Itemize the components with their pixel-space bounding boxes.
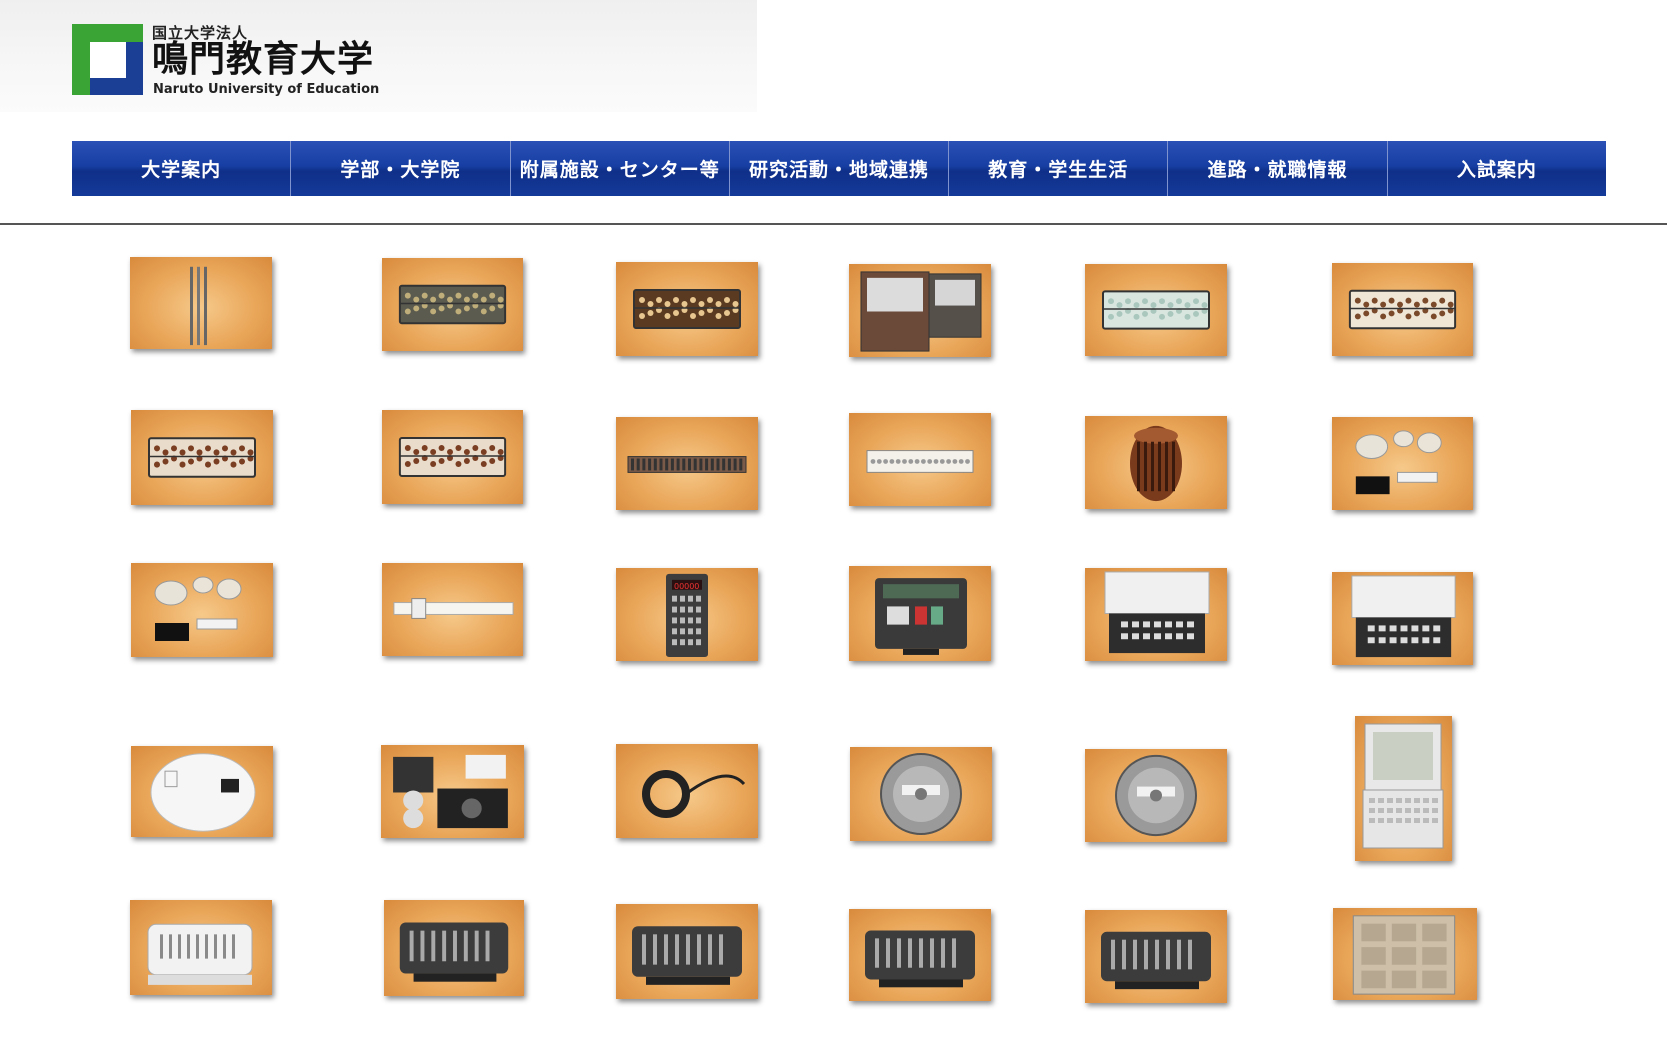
gallery-item-wooden-abacus[interactable]	[616, 262, 758, 356]
header-divider	[0, 223, 1667, 225]
gallery-item-mechanical-calculator-2[interactable]	[616, 904, 758, 999]
nav-item-about[interactable]: 大学案内	[72, 141, 292, 196]
svg-text:00000: 00000	[674, 582, 699, 591]
gallery-item-cased-abacus-pair[interactable]	[849, 264, 991, 357]
gallery-item-white-bead-abacus[interactable]	[1085, 264, 1227, 356]
gallery-item-mechanical-calculator-white[interactable]	[130, 900, 272, 995]
gallery-item-mechanical-calculator-4[interactable]	[1085, 910, 1227, 1003]
gallery-item-magnetic-tape-strip[interactable]	[616, 744, 758, 838]
gallery-item-disk-pack[interactable]	[131, 746, 273, 837]
gallery-item-tape-reel[interactable]	[850, 747, 992, 841]
gallery-item-floppy-disks[interactable]	[381, 745, 524, 838]
gallery-item-core-memory-board[interactable]	[1333, 908, 1477, 1000]
logo-name-ja: 鳴門教育大学	[152, 39, 375, 80]
gallery-item-tape-reel-2[interactable]	[1085, 749, 1227, 842]
gallery-item-calculating-rods[interactable]	[130, 257, 272, 349]
gallery-item-cylindrical-calculator[interactable]	[1085, 416, 1227, 509]
gallery-item-mechanical-calculator-3[interactable]	[849, 909, 991, 1001]
nav-item-research[interactable]: 研究活動・地域連携	[729, 141, 950, 196]
logo-mark-icon	[72, 24, 143, 95]
gallery-item-laptop-computer[interactable]	[1355, 716, 1452, 861]
gallery-item-long-abacus-2[interactable]	[382, 410, 523, 504]
gallery-item-thin-soroban[interactable]	[616, 417, 758, 510]
gallery-item-electronic-calculator[interactable]	[1085, 568, 1227, 661]
gallery-item-mechanical-calculator[interactable]	[384, 900, 524, 996]
nav-item-student-life[interactable]: 教育・学生生活	[949, 141, 1169, 196]
gallery-item-desktop-calculator[interactable]	[849, 566, 991, 661]
nav-item-faculty[interactable]: 学部・大学院	[291, 141, 511, 196]
gallery-item-dark-abacus[interactable]	[382, 258, 523, 351]
gallery-item-slide-rule[interactable]	[382, 563, 523, 656]
gallery-item-abacus-parts[interactable]	[1332, 417, 1473, 510]
gallery-item-white-soroban[interactable]	[849, 413, 991, 506]
gallery-item-white-abacus-small[interactable]	[1332, 263, 1473, 356]
global-nav: 大学案内 学部・大学院 附属施設・センター等 研究活動・地域連携 教育・学生生活…	[72, 141, 1606, 196]
logo-name-en: Naruto University of Education	[153, 82, 380, 97]
university-logo[interactable]: 国立大学法人 鳴門教育大学 Naruto University of Educa…	[72, 22, 392, 102]
nav-item-career[interactable]: 進路・就職情報	[1168, 141, 1388, 196]
gallery-item-long-abacus[interactable]	[131, 410, 273, 505]
nav-item-admissions[interactable]: 入試案内	[1387, 141, 1606, 196]
gallery-item-handheld-calculator[interactable]: 00000	[616, 568, 758, 661]
nav-item-facilities[interactable]: 附属施設・センター等	[510, 141, 730, 196]
gallery-item-electronic-calculator-2[interactable]	[1332, 572, 1473, 665]
gallery-item-abacus-parts-set[interactable]	[131, 563, 273, 657]
